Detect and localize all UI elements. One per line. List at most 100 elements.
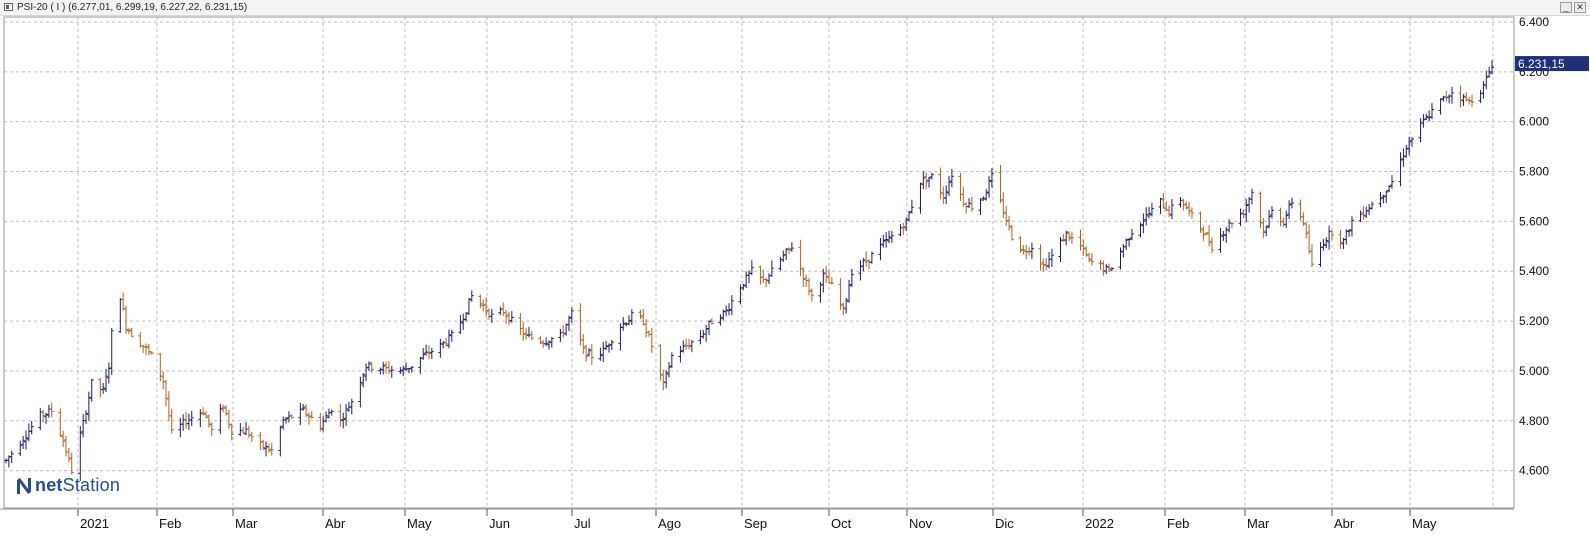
ohlc-bar — [1478, 89, 1483, 104]
ohlc-bar — [898, 224, 903, 237]
ohlc-bar — [984, 188, 989, 201]
logo-text-station: Station — [62, 475, 121, 495]
ohlc-bar — [144, 343, 149, 356]
ohlc-bar — [726, 303, 731, 316]
ohlc-bar — [364, 363, 369, 381]
ohlc-bar — [104, 368, 109, 393]
ohlc-bar — [161, 371, 166, 390]
ohlc-bar — [861, 257, 866, 272]
ohlc-bar — [121, 292, 126, 311]
x-tick-label: Oct — [831, 516, 852, 531]
ohlc-bar — [1221, 231, 1226, 241]
ohlc-bar — [698, 330, 703, 345]
ohlc-bar — [526, 326, 531, 338]
ohlc-bar — [964, 202, 969, 214]
ohlc-bar — [246, 425, 251, 438]
ohlc-bar — [141, 344, 146, 353]
ohlc-bar — [781, 250, 786, 263]
ohlc-bar — [718, 314, 723, 326]
ohlc-bar — [1278, 207, 1283, 227]
ohlc-bar — [1318, 242, 1323, 267]
plot-frame — [3, 16, 1515, 509]
ohlc-bar — [809, 288, 814, 302]
ohlc-bar — [1284, 210, 1289, 228]
ohlc-bar — [1187, 201, 1192, 217]
ohlc-bar — [241, 426, 246, 435]
ohlc-bar — [189, 410, 194, 426]
ohlc-bar — [6, 455, 11, 468]
ohlc-bar — [1189, 207, 1194, 219]
ohlc-bar — [546, 340, 551, 350]
ohlc-chart[interactable]: 4.600 4.800 5.000 5.200 5.400 5.600 5.800 6.000… — [0, 0, 1590, 537]
ohlc-bar — [504, 309, 509, 324]
ohlc-bar — [1369, 201, 1374, 210]
ohlc-bar — [1338, 229, 1343, 249]
ohlc-bar — [524, 327, 529, 340]
ohlc-bar — [918, 182, 923, 214]
ohlc-bar — [21, 435, 26, 450]
ohlc-bar — [1238, 208, 1243, 226]
ohlc-bar — [998, 164, 1003, 203]
ohlc-bar — [486, 308, 491, 320]
ohlc-bar — [478, 294, 483, 309]
ohlc-bar — [1147, 206, 1152, 219]
ohlc-bar — [867, 259, 872, 270]
x-tick-label: May — [1412, 516, 1437, 531]
ohlc-bar — [1029, 242, 1034, 259]
ohlc-bar — [1044, 258, 1049, 271]
ohlc-bar — [338, 403, 343, 427]
ohlc-bar — [78, 426, 83, 482]
ohlc-bar — [449, 329, 454, 342]
ohlc-bar — [1069, 231, 1074, 244]
ohlc-bar — [864, 251, 869, 267]
ohlc-bar — [9, 450, 14, 464]
ohlc-bar — [129, 327, 134, 338]
ohlc-bar — [1141, 213, 1146, 234]
ohlc-bar — [881, 234, 886, 248]
ohlc-bar — [706, 320, 711, 336]
ohlc-bar — [589, 344, 594, 366]
ohlc-bar — [1438, 98, 1443, 115]
ohlc-bar — [878, 238, 883, 261]
ohlc-bar — [366, 361, 371, 372]
ohlc-bar — [784, 248, 789, 261]
y-tick-label: 5.600 — [1519, 214, 1549, 228]
ohlc-bar — [566, 315, 571, 332]
ohlc-bar — [1429, 103, 1434, 120]
y-tick-label: 5.800 — [1519, 165, 1549, 179]
ohlc-bar — [441, 340, 446, 349]
ohlc-bar — [106, 362, 111, 384]
logo-text-net: net — [35, 475, 63, 495]
ohlc-bar — [549, 336, 554, 348]
ohlc-bar — [278, 425, 283, 457]
ohlc-bar — [684, 338, 689, 350]
ohlc-bar — [901, 222, 906, 235]
ohlc-bar — [1138, 222, 1143, 238]
ohlc-bar — [798, 239, 803, 276]
ohlc-bar — [389, 365, 394, 378]
ohlc-bar — [644, 319, 649, 338]
ohlc-bar — [166, 391, 171, 422]
ohlc-bar — [469, 290, 474, 302]
x-tick-label: 2022 — [1085, 516, 1114, 531]
ohlc-bar — [86, 391, 91, 421]
ohlc-bar — [309, 411, 314, 419]
y-tick-label: 6.400 — [1519, 15, 1549, 29]
y-tick-label: 5.400 — [1519, 264, 1549, 278]
ohlc-bar — [921, 171, 926, 190]
ohlc-bar — [844, 297, 849, 314]
ohlc-bar — [578, 303, 583, 346]
x-tick-label: Feb — [1167, 516, 1189, 531]
x-tick-label: Feb — [159, 516, 181, 531]
ohlc-bar — [609, 339, 614, 351]
y-tick-label: 6.000 — [1519, 115, 1549, 129]
ohlc-bar — [1481, 81, 1486, 99]
ohlc-bar — [26, 423, 31, 442]
ohlc-bar — [358, 376, 363, 408]
ohlc-bar — [266, 443, 271, 453]
ohlc-bar — [1198, 211, 1203, 233]
netstation-n-icon — [17, 478, 31, 494]
ohlc-bar — [518, 313, 523, 336]
ohlc-bar — [238, 423, 243, 437]
ohlc-bar — [1161, 193, 1166, 209]
